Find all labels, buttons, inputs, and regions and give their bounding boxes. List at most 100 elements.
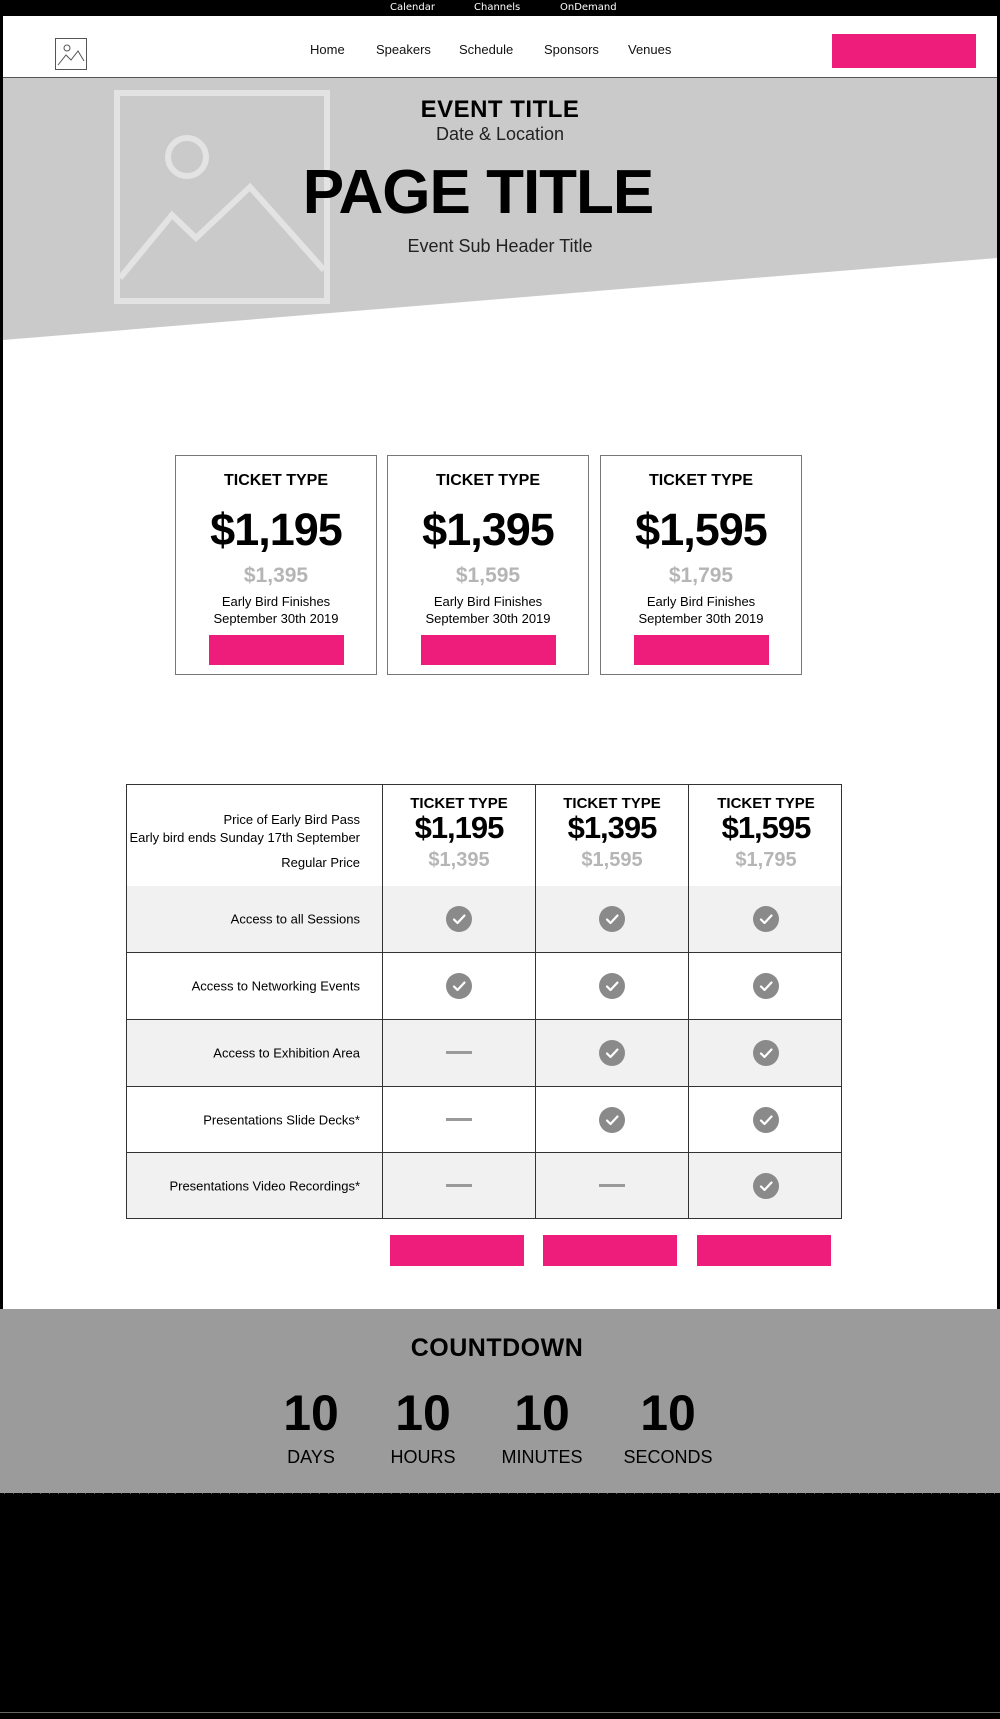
column-header: TICKET TYPE $1,195 $1,395: [382, 785, 535, 886]
feature-availability-cell: [535, 1020, 688, 1086]
nav-schedule[interactable]: Schedule: [459, 42, 513, 57]
feature-label: Presentations Slide Decks*: [203, 1112, 360, 1127]
ticket-buy-button[interactable]: [209, 635, 344, 665]
feature-availability-cell: [382, 886, 535, 952]
nav-speakers[interactable]: Speakers: [376, 42, 431, 57]
table-buy-button[interactable]: [697, 1235, 831, 1266]
event-sub-header: Event Sub Header Title: [407, 236, 593, 256]
feature-availability-cell: [535, 953, 688, 1019]
ticket-card: TICKET TYPE $1,395 $1,595 Early Bird Fin…: [387, 455, 589, 675]
ticket-buy-button[interactable]: [634, 635, 769, 665]
table-row: Access to Exhibition Area: [127, 1019, 841, 1086]
column-header: TICKET TYPE $1,595 $1,795: [688, 785, 843, 886]
zigzag-edge: [0, 1487, 1000, 1494]
dash-icon: [599, 1183, 625, 1187]
countdown-days-label: DAYS: [287, 1447, 335, 1467]
column-price: $1,595: [721, 810, 812, 845]
regular-price-label: Regular Price: [281, 855, 360, 870]
topbar-link-channels[interactable]: Channels: [474, 2, 520, 13]
column-regular-price: $1,595: [581, 849, 643, 871]
table-row: Presentations Video Recordings*: [127, 1152, 841, 1218]
dash-icon: [446, 1183, 472, 1187]
countdown-hours-value: 10: [395, 1385, 451, 1441]
feature-availability-cell: [535, 1087, 688, 1152]
countdown-seconds-value: 10: [640, 1385, 696, 1441]
ticket-regular-price: $1,795: [668, 564, 734, 587]
ticket-card: TICKET TYPE $1,195 $1,395 Early Bird Fin…: [175, 455, 377, 675]
check-icon: [446, 906, 472, 932]
nav-venues[interactable]: Venues: [628, 42, 671, 57]
feature-availability-cell: [382, 1020, 535, 1086]
header-label-cell: Price of Early Bird Pass Early bird ends…: [127, 785, 382, 886]
feature-availability-cell: [688, 1153, 843, 1218]
feature-cell: Presentations Slide Decks*: [127, 1087, 382, 1152]
check-icon: [753, 1106, 779, 1133]
logo-icon[interactable]: [55, 38, 87, 70]
table-row: Access to all Sessions: [127, 886, 841, 952]
column-regular-price: $1,395: [428, 849, 490, 871]
page-content: Home Speakers Schedule Sponsors Venues E…: [3, 16, 997, 1309]
table-buy-button[interactable]: [390, 1235, 524, 1266]
check-icon: [753, 1172, 779, 1199]
early-bird-note: Early Bird Finishes September 30th 2019: [176, 593, 376, 627]
header-cta-button[interactable]: [832, 34, 976, 68]
check-icon: [446, 973, 472, 999]
check-icon: [599, 1106, 625, 1133]
ticket-type: TICKET TYPE: [223, 472, 328, 489]
table-row: Presentations Slide Decks*: [127, 1086, 841, 1152]
check-icon: [753, 906, 779, 932]
check-icon: [599, 906, 625, 932]
countdown-minutes-label: MINUTES: [501, 1447, 583, 1467]
comparison-table: Price of Early Bird Pass Early bird ends…: [126, 784, 842, 1219]
ticket-buy-button[interactable]: [421, 635, 556, 665]
early-bird-date: September 30th 2019: [425, 611, 551, 626]
feature-label: Access to Exhibition Area: [213, 1045, 360, 1061]
feature-availability-cell: [688, 1020, 843, 1086]
feature-cell: Access to Networking Events: [127, 953, 382, 1019]
countdown-days-value: 10: [283, 1385, 339, 1441]
top-bar: Calendar Channels OnDemand: [0, 0, 1000, 16]
column-price: $1,395: [567, 810, 658, 845]
column-regular-price: $1,795: [735, 849, 797, 871]
ticket-price: $1,395: [422, 504, 555, 555]
ticket-type: TICKET TYPE: [435, 472, 540, 489]
dash-icon: [446, 1051, 472, 1054]
check-icon: [599, 1040, 625, 1066]
early-bird-price-label: Price of Early Bird Pass: [223, 812, 360, 827]
feature-cell: Access to Exhibition Area: [127, 1020, 382, 1086]
feature-availability-cell: [535, 1153, 688, 1218]
ticket-price: $1,595: [635, 504, 768, 555]
feature-availability-cell: [382, 953, 535, 1019]
ticket-price: $1,195: [210, 504, 343, 555]
event-title: EVENT TITLE: [420, 96, 580, 123]
site-header: Home Speakers Schedule Sponsors Venues: [3, 16, 997, 78]
ticket-regular-price: $1,595: [455, 564, 521, 587]
early-bird-line: Early Bird Finishes: [221, 594, 331, 609]
feature-availability-cell: [688, 1087, 843, 1152]
table-buy-button[interactable]: [543, 1235, 677, 1266]
early-bird-date: September 30th 2019: [213, 611, 339, 626]
topbar-link-ondemand[interactable]: OnDemand: [560, 2, 617, 13]
early-bird-date: September 30th 2019: [638, 611, 764, 626]
countdown-minutes-value: 10: [514, 1385, 570, 1441]
event-date-location: Date & Location: [435, 124, 565, 144]
feature-label: Presentations Video Recordings*: [169, 1178, 360, 1193]
ticket-card: TICKET TYPE $1,595 $1,795 Early Bird Fin…: [600, 455, 802, 675]
early-bird-note: Early Bird Finishes September 30th 2019: [601, 593, 801, 627]
check-icon: [753, 1040, 779, 1066]
check-icon: [599, 973, 625, 999]
feature-rows: Access to all Sessions Access to Networki…: [127, 886, 841, 1218]
countdown-seconds-label: SECONDS: [623, 1447, 713, 1467]
topbar-link-calendar[interactable]: Calendar: [390, 2, 435, 13]
ticket-regular-price: $1,395: [243, 564, 309, 587]
column-price: $1,195: [414, 810, 505, 845]
dash-icon: [446, 1117, 472, 1121]
nav-home[interactable]: Home: [310, 42, 345, 57]
feature-availability-cell: [382, 1153, 535, 1218]
nav-sponsors[interactable]: Sponsors: [544, 42, 599, 57]
countdown-hours-label: HOURS: [390, 1447, 456, 1467]
bottom-divider: [0, 1712, 1000, 1713]
column-header: TICKET TYPE $1,395 $1,595: [535, 785, 688, 886]
table-header-row: Price of Early Bird Pass Early bird ends…: [127, 785, 841, 886]
early-bird-ends-label: Early bird ends Sunday 17th September: [129, 830, 360, 845]
